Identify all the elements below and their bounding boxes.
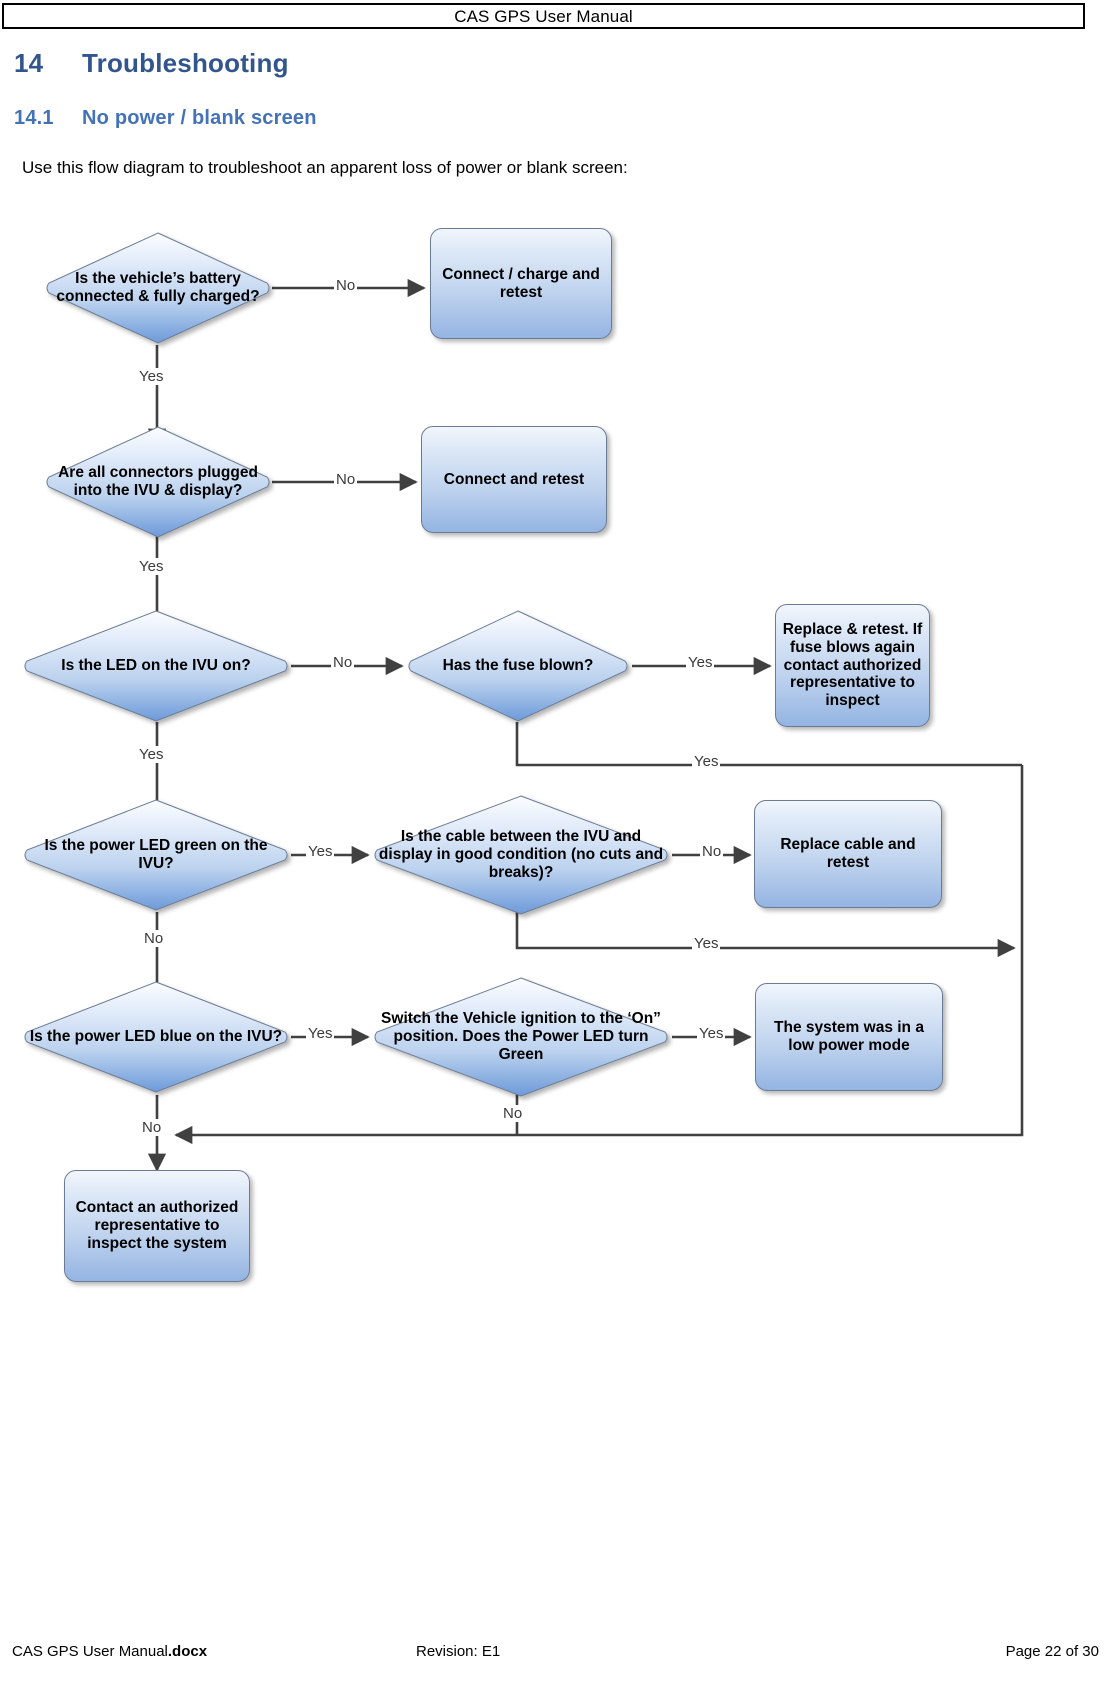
edge-label-d1-no: No (334, 277, 358, 294)
decision-fuse-blown[interactable]: Has the fuse blown? (404, 608, 632, 724)
decision-battery-connected-label: Is the vehicle’s battery connected & ful… (56, 270, 260, 305)
decision-cable-condition[interactable]: Is the cable between the IVU and display… (370, 793, 672, 917)
edge-label-d7-no: No (140, 1119, 164, 1136)
edge-label-d3-yes: Yes (137, 746, 166, 763)
process-replace-retest-fuse-label: Replace & retest. If fuse blows again co… (782, 620, 923, 710)
troubleshooting-flowchart: Is the vehicle’s battery connected & ful… (0, 195, 1113, 1325)
process-connect-charge-retest[interactable]: Connect / charge and retest (430, 228, 612, 339)
subsection-title: 14.1 No power / blank screen (14, 107, 317, 130)
edge-label-d4-yes-loop: Yes (692, 753, 721, 770)
document-header: CAS GPS User Manual (2, 3, 1085, 29)
decision-fuse-blown-label: Has the fuse blown? (442, 657, 594, 675)
document-page: CAS GPS User Manual 14 Troubleshooting 14… (0, 0, 1113, 1698)
decision-ignition-on-label: Switch the Vehicle ignition to the ‘On” … (381, 1010, 661, 1063)
decision-cable-condition-label: Is the cable between the IVU and display… (378, 828, 664, 881)
edge-label-d8-no: No (501, 1105, 525, 1122)
edge-label-d1-yes: Yes (137, 368, 166, 385)
decision-power-led-green[interactable]: Is the power LED green on the IVU? (20, 797, 292, 913)
intro-paragraph: Use this flow diagram to troubleshoot an… (22, 158, 628, 177)
footer-file-ext: .docx (167, 1643, 208, 1660)
edge-label-d5-no: No (142, 930, 166, 947)
decision-connectors-plugged[interactable]: Are all connectors plugged into the IVU … (42, 424, 274, 540)
footer-file-name: CAS GPS User Manual.docx (12, 1643, 207, 1660)
document-header-title: CAS GPS User Manual (454, 6, 633, 26)
decision-power-led-blue[interactable]: Is the power LED blue on the IVU? (20, 979, 292, 1095)
decision-battery-connected[interactable]: Is the vehicle’s battery connected & ful… (42, 230, 274, 346)
subsection-title-text: No power / blank screen (82, 107, 317, 129)
decision-led-on-ivu-label: Is the LED on the IVU on? (61, 657, 251, 675)
edge-label-d2-yes: Yes (137, 558, 166, 575)
subsection-number: 14.1 (14, 107, 54, 129)
process-low-power-mode-label: The system was in a low power mode (774, 1019, 924, 1054)
process-contact-representative-label: Contact an authorized representative to … (75, 1199, 239, 1252)
edge-label-d6-yes-loop: Yes (692, 935, 721, 952)
section-number: 14 (14, 48, 44, 78)
section-title: Troubleshooting (82, 48, 289, 78)
process-connect-retest-label: Connect and retest (443, 470, 585, 488)
process-replace-retest-fuse[interactable]: Replace & retest. If fuse blows again co… (775, 604, 930, 727)
process-low-power-mode[interactable]: The system was in a low power mode (755, 983, 943, 1091)
decision-led-on-ivu[interactable]: Is the LED on the IVU on? (20, 608, 292, 724)
document-footer: CAS GPS User Manual.docx Revision: E1 Pa… (0, 1643, 1113, 1667)
edge-label-d4-yes: Yes (686, 654, 715, 671)
process-connect-retest[interactable]: Connect and retest (421, 426, 607, 533)
footer-page-number: Page 22 of 30 (1005, 1643, 1099, 1660)
process-replace-cable-retest-label: Replace cable and retest (780, 836, 916, 871)
edge-label-d6-no: No (700, 843, 724, 860)
process-replace-cable-retest[interactable]: Replace cable and retest (754, 800, 942, 908)
process-connect-charge-retest-label: Connect / charge and retest (442, 265, 600, 301)
footer-file-name-text: CAS GPS User Manual (12, 1643, 168, 1660)
decision-power-led-green-label: Is the power LED green on the IVU? (44, 837, 268, 872)
edge-label-d7-yes: Yes (306, 1025, 335, 1042)
edge-label-d5-yes: Yes (306, 843, 335, 860)
decision-power-led-blue-label: Is the power LED blue on the IVU? (29, 1028, 283, 1046)
process-contact-representative[interactable]: Contact an authorized representative to … (64, 1170, 250, 1282)
edge-label-d8-yes: Yes (697, 1025, 726, 1042)
decision-ignition-on[interactable]: Switch the Vehicle ignition to the ‘On” … (370, 975, 672, 1099)
edge-label-d3-no: No (331, 654, 355, 671)
page-title: 14 Troubleshooting (14, 48, 289, 79)
footer-revision: Revision: E1 (416, 1643, 501, 1660)
flowchart-connectors (147, 278, 1024, 1172)
decision-connectors-plugged-label: Are all connectors plugged into the IVU … (58, 464, 258, 499)
edge-label-d2-no: No (334, 471, 358, 488)
